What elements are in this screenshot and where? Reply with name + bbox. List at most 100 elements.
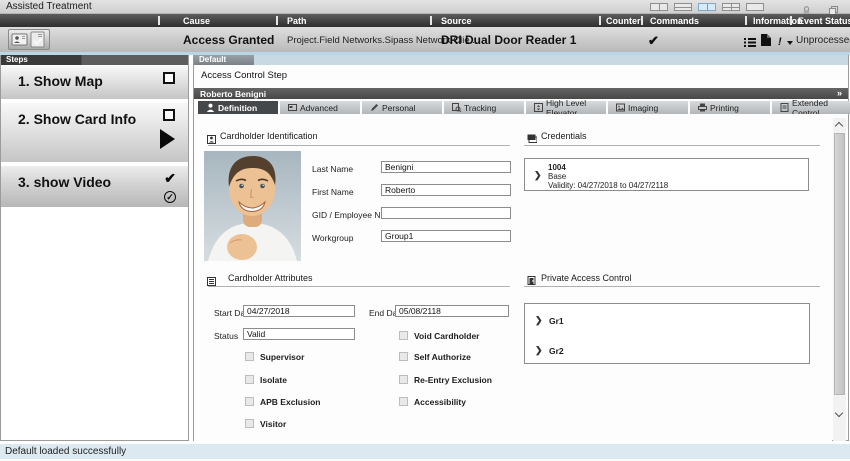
- scroll-up-icon[interactable]: [835, 122, 843, 130]
- steps-panel-title: Steps: [6, 55, 28, 64]
- step-show-map[interactable]: 1. Show Map: [1, 66, 188, 101]
- start-date-input[interactable]: [243, 305, 355, 317]
- status-label: Status: [214, 331, 238, 341]
- column-source[interactable]: Source: [441, 16, 472, 26]
- column-divider: [641, 16, 643, 25]
- tracking-search-icon: [452, 103, 461, 112]
- workgroup-input[interactable]: [381, 230, 511, 242]
- current-step-arrow-icon: [160, 129, 175, 149]
- accessibility-checkbox[interactable]: [399, 397, 408, 406]
- tab-extended-control[interactable]: Extended Control: [772, 101, 850, 114]
- status-message: Default loaded successfully: [5, 446, 126, 457]
- group1-expand-icon[interactable]: ❯: [535, 315, 543, 326]
- elevator-icon: [534, 103, 543, 112]
- private-access-box: ❯ Gr1 ❯ Gr2: [524, 303, 810, 364]
- restore-window-icon[interactable]: [829, 2, 838, 11]
- column-cause[interactable]: Cause: [183, 16, 210, 26]
- person-icon: [206, 103, 215, 112]
- lock-icon[interactable]: [802, 2, 811, 11]
- void-cardholder-label: Void Cardholder: [414, 331, 480, 341]
- tab-definition[interactable]: Definition: [198, 101, 278, 114]
- isolate-checkbox[interactable]: [245, 375, 254, 384]
- self-authorize-label: Self Authorize: [414, 352, 471, 362]
- column-divider: [430, 16, 432, 25]
- event-priority-icon[interactable]: !: [778, 32, 793, 50]
- group2-expand-icon[interactable]: ❯: [535, 345, 543, 356]
- layout-split-bottom-icon[interactable]: [674, 3, 692, 11]
- credential-expand-icon[interactable]: ❯: [534, 170, 542, 181]
- commands-check-icon[interactable]: ✔: [648, 33, 659, 49]
- step-verified-circle-icon: ✓: [164, 191, 176, 203]
- event-source: DRI Dual Door Reader 1: [441, 33, 576, 47]
- steps-panel: Steps 1. Show Map 2. Show Card Info 3. s…: [0, 55, 189, 441]
- tab-default[interactable]: Default: [194, 55, 254, 65]
- layout-split-2col-icon[interactable]: [650, 3, 668, 11]
- event-list-header: Cause Path Source Counter Commands Infor…: [0, 14, 850, 27]
- tab-high-level-elevator[interactable]: High Level Elevator: [526, 101, 606, 114]
- tab-printing[interactable]: Printing: [690, 101, 770, 114]
- cardholder-tabs: Definition Advanced Personal Tracking Hi…: [194, 101, 848, 114]
- tab-advanced[interactable]: Advanced: [280, 101, 360, 114]
- column-divider: [276, 16, 278, 25]
- column-divider: [745, 16, 747, 25]
- visitor-label: Visitor: [260, 419, 286, 429]
- column-counter[interactable]: Counter: [606, 16, 641, 26]
- steps-panel-header: Steps: [1, 55, 188, 65]
- door-icon: [527, 272, 536, 290]
- credentials-title: Credentials: [541, 131, 587, 141]
- scroll-down-icon[interactable]: [835, 409, 843, 417]
- badge-icon: [207, 131, 216, 149]
- attributes-list-icon: [207, 273, 216, 291]
- column-divider: [790, 16, 792, 25]
- cardholder-bar: Roberto Benigni »: [194, 88, 848, 99]
- visitor-checkbox[interactable]: [245, 419, 254, 428]
- event-document-icon[interactable]: [761, 33, 771, 51]
- expand-panel-icon[interactable]: »: [837, 88, 842, 98]
- group2-label[interactable]: Gr2: [549, 346, 564, 356]
- supervisor-checkbox[interactable]: [245, 352, 254, 361]
- layout-single-icon[interactable]: [746, 3, 764, 11]
- self-authorize-checkbox[interactable]: [399, 352, 408, 361]
- event-row[interactable]: Access Granted Project.Field Networks.Si…: [0, 27, 850, 52]
- assisted-treatment-window: Assisted Treatment Cause Path Source Cou…: [0, 0, 850, 461]
- tab-personal[interactable]: Personal: [362, 101, 442, 114]
- step-show-card-info[interactable]: 2. Show Card Info: [1, 103, 188, 164]
- column-path[interactable]: Path: [287, 16, 307, 26]
- column-commands[interactable]: Commands: [650, 16, 699, 26]
- step-checkbox[interactable]: [163, 72, 175, 84]
- layout-current-icon[interactable]: [698, 3, 716, 11]
- status-input[interactable]: [243, 328, 355, 340]
- step-show-video[interactable]: 3. show Video ✔ ✓: [1, 166, 188, 209]
- apb-exclusion-checkbox[interactable]: [245, 397, 254, 406]
- layout-split-3pane-icon[interactable]: [722, 3, 740, 11]
- vertical-scrollbar[interactable]: [833, 118, 846, 441]
- last-name-label: Last Name: [312, 164, 353, 174]
- step-label: 1. Show Map: [18, 73, 103, 89]
- last-name-input[interactable]: [381, 161, 511, 173]
- gid-input[interactable]: [381, 207, 511, 219]
- event-log-list-icon[interactable]: [744, 34, 756, 52]
- credential-profile: Base: [548, 172, 566, 181]
- group1-label[interactable]: Gr1: [549, 316, 564, 326]
- void-cardholder-checkbox[interactable]: [399, 331, 408, 340]
- attributes-title: Cardholder Attributes: [228, 273, 313, 283]
- tab-tracking[interactable]: Tracking: [444, 101, 524, 114]
- step-checkbox[interactable]: [163, 109, 175, 121]
- first-name-input[interactable]: [381, 184, 511, 196]
- tab-imaging[interactable]: Imaging: [608, 101, 688, 114]
- definition-tab-content: Cardholder Identification: [194, 114, 832, 441]
- accessibility-label: Accessibility: [414, 397, 466, 407]
- column-information[interactable]: Information: [753, 16, 803, 26]
- private-access-title: Private Access Control: [541, 273, 632, 283]
- identification-title: Cardholder Identification: [220, 131, 318, 141]
- credential-item[interactable]: ❯ 1004 Base Validity: 04/27/2018 to 04/2…: [524, 158, 809, 191]
- step-label: 3. show Video: [18, 174, 111, 190]
- status-bar: Default loaded successfully: [0, 444, 850, 459]
- column-event-status[interactable]: Event Status: [798, 16, 850, 26]
- cardholder-photo: [204, 151, 301, 261]
- re-entry-exclusion-checkbox[interactable]: [399, 375, 408, 384]
- scrollbar-thumb[interactable]: [834, 133, 845, 395]
- end-date-input[interactable]: [395, 305, 509, 317]
- cardholder-name: Roberto Benigni: [200, 89, 266, 99]
- treatment-tabstrip: Default: [194, 55, 848, 65]
